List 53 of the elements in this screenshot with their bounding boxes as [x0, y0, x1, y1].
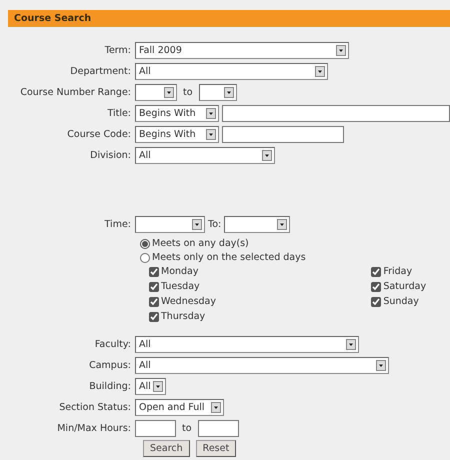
- field-label: Course Code:: [66, 129, 131, 140]
- checkbox[interactable]: [149, 282, 159, 292]
- field-label: Campus:: [88, 360, 131, 371]
- checkbox[interactable]: [371, 266, 382, 276]
- dropdown-field[interactable]: [224, 216, 290, 233]
- dropdown-field[interactable]: Begins With: [135, 126, 219, 143]
- dropdown-field[interactable]: Open and Full: [135, 399, 224, 416]
- text-field[interactable]: [135, 420, 176, 437]
- field-label: Title:: [106, 108, 131, 119]
- field-label: Course Number Range:: [19, 87, 131, 98]
- text-field[interactable]: [198, 420, 239, 437]
- dropdown-field[interactable]: Fall 2009: [135, 42, 349, 59]
- day-label: Wednesday: [161, 296, 216, 307]
- radio-button[interactable]: [140, 252, 150, 262]
- dropdown-field[interactable]: [198, 84, 237, 101]
- day-label: Saturday: [383, 281, 426, 292]
- dropdown-field[interactable]: All: [135, 63, 328, 80]
- field-label: Time:: [104, 219, 131, 230]
- field-label: Section Status:: [58, 402, 131, 413]
- field-label: Faculty:: [94, 339, 131, 350]
- checkbox[interactable]: [149, 312, 159, 322]
- checkbox[interactable]: [371, 282, 382, 292]
- dropdown-field[interactable]: All: [135, 336, 359, 353]
- text-field[interactable]: [222, 105, 450, 122]
- field-label: To:: [208, 219, 222, 230]
- option-label: Meets on any day(s): [152, 238, 249, 249]
- dropdown-field[interactable]: [135, 84, 177, 101]
- range-separator: to: [181, 423, 193, 434]
- checkbox[interactable]: [149, 266, 159, 276]
- dropdown-field[interactable]: All: [135, 147, 275, 164]
- text-field[interactable]: [222, 126, 344, 143]
- range-separator: to: [182, 87, 194, 98]
- day-label: Monday: [161, 266, 199, 277]
- day-label: Tuesday: [161, 281, 200, 292]
- field-label: Building:: [88, 381, 131, 392]
- checkbox[interactable]: [149, 296, 159, 306]
- dropdown-field[interactable]: [135, 216, 205, 233]
- checkbox[interactable]: [371, 296, 382, 306]
- radio-button[interactable]: [140, 238, 150, 248]
- option-label: Meets only on the selected days: [152, 252, 306, 263]
- section-header: Course Search: [8, 10, 450, 27]
- dropdown-field[interactable]: All: [135, 378, 166, 395]
- field-label: Min/Max Hours:: [56, 423, 131, 434]
- day-label: Thursday: [161, 311, 206, 322]
- day-label: Friday: [383, 266, 412, 277]
- day-label: Sunday: [383, 296, 419, 307]
- reset-button[interactable]: Reset: [196, 440, 236, 457]
- dropdown-field[interactable]: Begins With: [135, 105, 219, 122]
- dropdown-field[interactable]: All: [135, 357, 389, 374]
- field-label: Division:: [89, 150, 131, 161]
- field-label: Department:: [69, 66, 131, 77]
- search-button[interactable]: Search: [143, 440, 190, 457]
- field-label: Term:: [104, 45, 131, 56]
